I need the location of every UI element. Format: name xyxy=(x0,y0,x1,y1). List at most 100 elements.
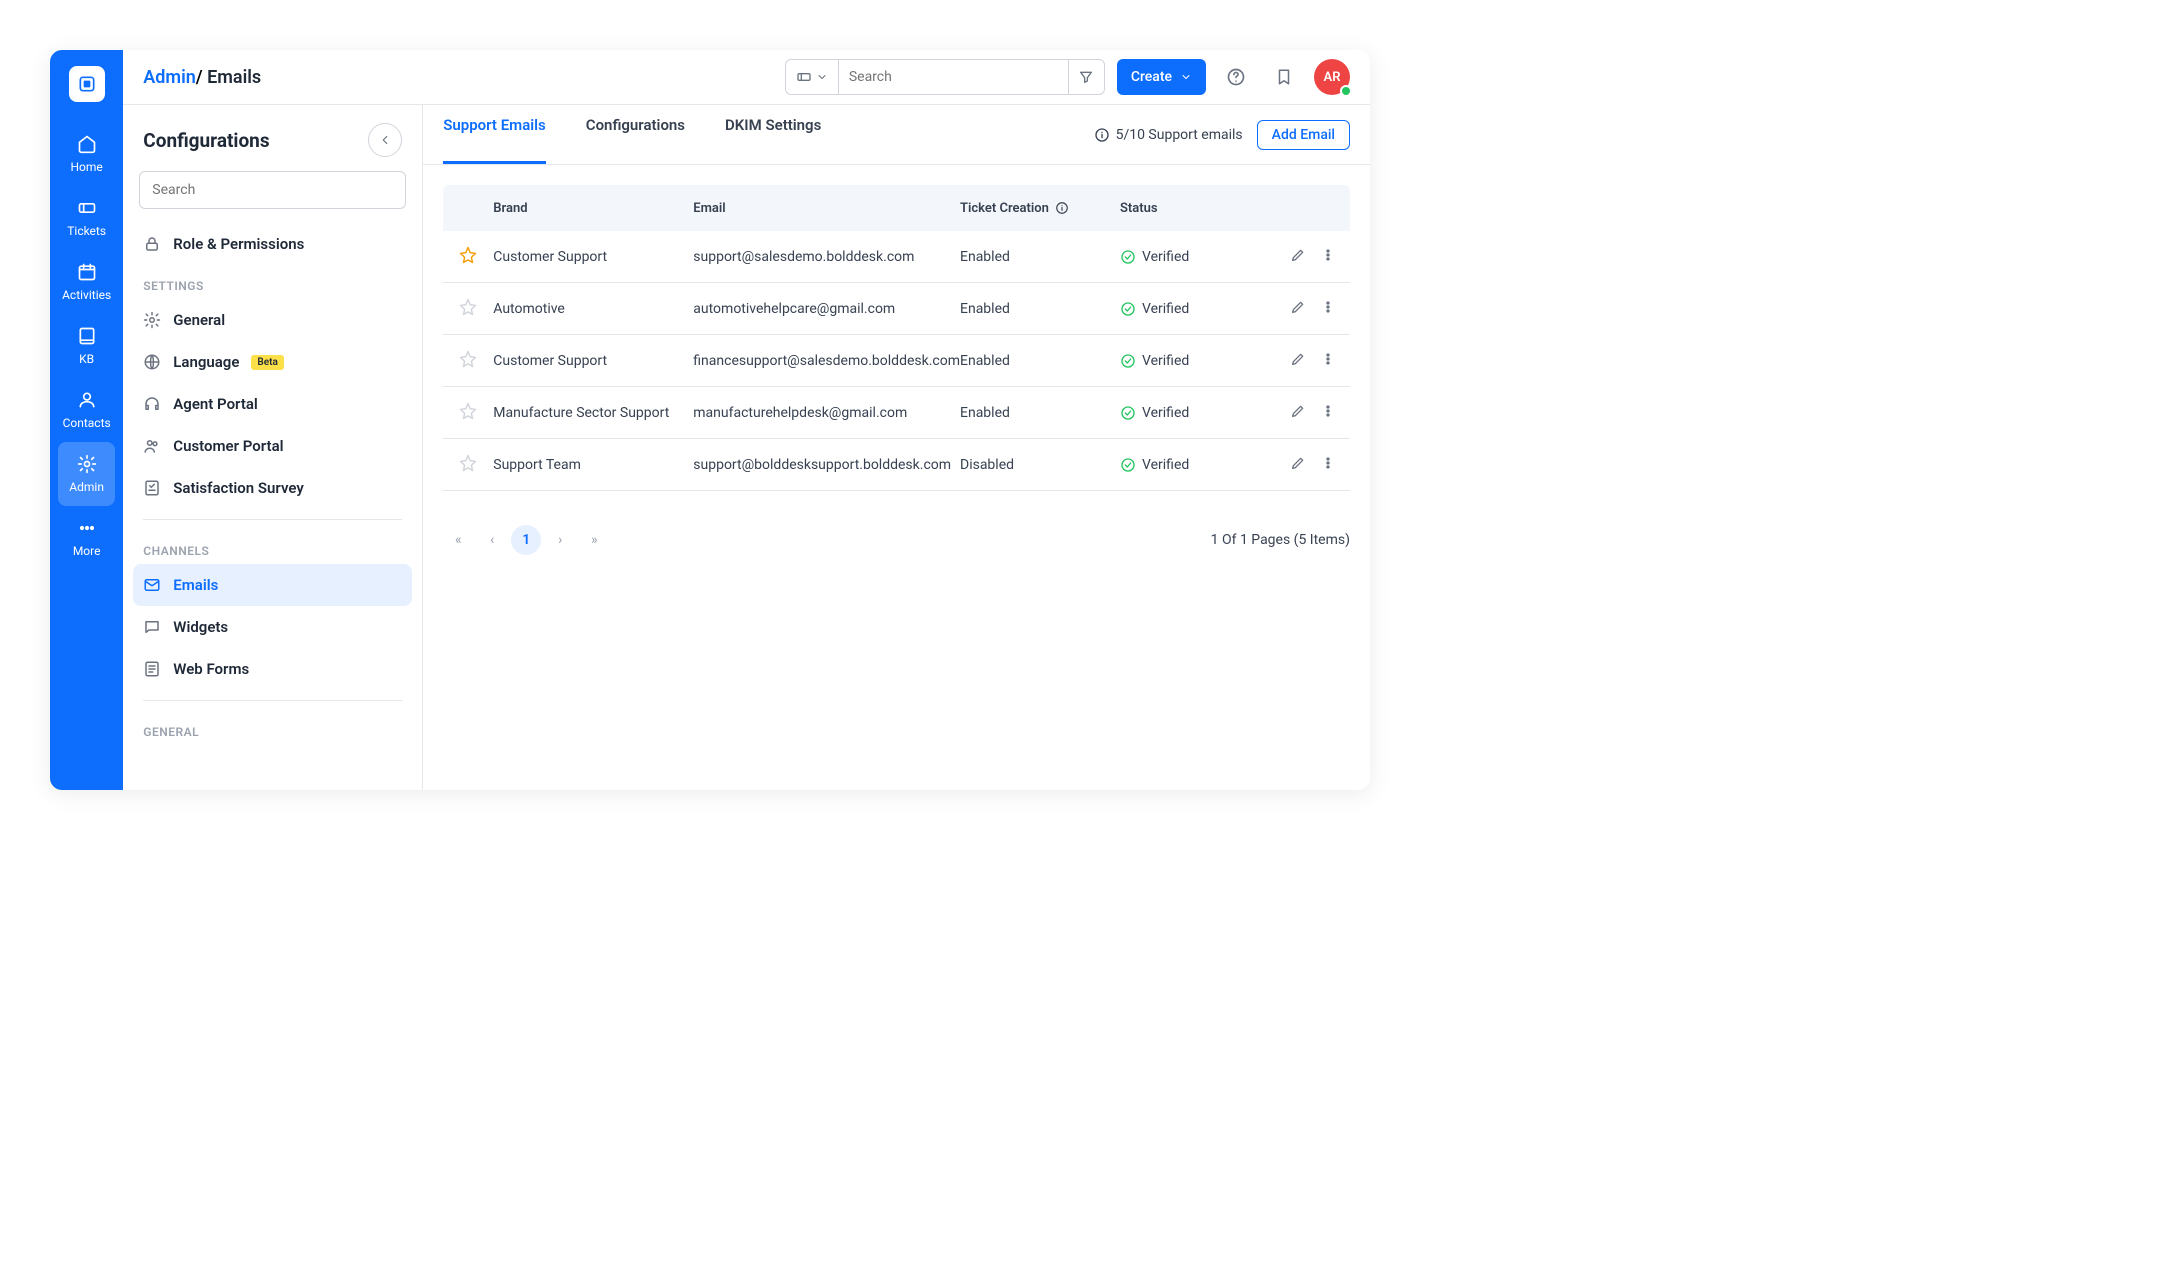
config-item-customer-portal[interactable]: Customer Portal xyxy=(123,425,422,467)
config-item-agent-portal[interactable]: Agent Portal xyxy=(123,383,422,425)
more-button[interactable] xyxy=(1320,455,1336,475)
search-type-selector[interactable] xyxy=(786,60,839,94)
nav-label: More xyxy=(73,544,101,558)
pencil-icon xyxy=(1290,403,1306,419)
nav-tickets[interactable]: Tickets xyxy=(50,186,123,250)
config-item-general[interactable]: General xyxy=(123,299,422,341)
more-button[interactable] xyxy=(1320,403,1336,423)
page-current[interactable]: 1 xyxy=(511,525,541,555)
tab-support-emails[interactable]: Support Emails xyxy=(443,105,545,164)
cell-email: support@bolddesksupport.bolddesk.com xyxy=(693,457,960,473)
page-info: 1 Of 1 Pages (5 Items) xyxy=(1211,532,1350,548)
cell-email: support@salesdemo.bolddesk.com xyxy=(693,249,960,265)
nav-home[interactable]: Home xyxy=(50,122,123,186)
nav-activities[interactable]: Activities xyxy=(50,250,123,314)
page-prev[interactable]: ‹ xyxy=(477,525,507,555)
col-email: Email xyxy=(693,201,960,216)
config-item-widgets[interactable]: Widgets xyxy=(123,606,422,648)
breadcrumb-link[interactable]: Admin xyxy=(143,67,196,88)
tab-dkim[interactable]: DKIM Settings xyxy=(725,105,821,164)
gear-icon xyxy=(77,454,97,474)
cell-email: automotivehelpcare@gmail.com xyxy=(693,301,960,317)
add-email-button[interactable]: Add Email xyxy=(1257,120,1350,150)
user-avatar[interactable]: AR xyxy=(1314,59,1350,95)
table-row: Customer Support support@salesdemo.boldd… xyxy=(443,231,1350,283)
pencil-icon xyxy=(1290,455,1306,471)
star-toggle[interactable] xyxy=(459,454,477,476)
cell-ticket: Enabled xyxy=(960,249,1120,265)
config-item-survey[interactable]: Satisfaction Survey xyxy=(123,467,422,509)
nav-kb[interactable]: KB xyxy=(50,314,123,378)
nav-more[interactable]: More xyxy=(50,506,123,570)
config-item-webforms[interactable]: Web Forms xyxy=(123,648,422,690)
beta-badge: Beta xyxy=(251,355,283,370)
nav-label: Tickets xyxy=(67,224,106,238)
ticket-icon xyxy=(796,69,812,85)
create-button[interactable]: Create xyxy=(1117,59,1206,95)
table-row: Support Team support@bolddesksupport.bol… xyxy=(443,439,1350,491)
tab-configurations[interactable]: Configurations xyxy=(586,105,685,164)
nav-label: Contacts xyxy=(63,416,111,430)
table-row: Manufacture Sector Support manufacturehe… xyxy=(443,387,1350,439)
star-toggle[interactable] xyxy=(459,246,477,268)
main-area: Admin/ Emails Create xyxy=(123,50,1370,790)
cell-brand: Manufacture Sector Support xyxy=(493,405,693,421)
help-button[interactable] xyxy=(1218,59,1254,95)
global-search[interactable] xyxy=(785,59,1105,95)
info-icon xyxy=(1055,201,1069,215)
star-toggle[interactable] xyxy=(459,298,477,320)
config-item-role[interactable]: Role & Permissions xyxy=(123,223,422,265)
config-title: Configurations xyxy=(143,129,269,152)
more-button[interactable] xyxy=(1320,247,1336,267)
cell-status: Verified xyxy=(1120,457,1260,473)
status-badge xyxy=(1340,85,1352,97)
edit-button[interactable] xyxy=(1290,299,1306,319)
more-vertical-icon xyxy=(1320,299,1336,315)
collapse-button[interactable] xyxy=(368,123,402,157)
email-count: 5/10 Support emails xyxy=(1094,127,1243,143)
config-sidebar: Configurations Role & Permissions SETTIN… xyxy=(123,105,423,790)
filter-button[interactable] xyxy=(1068,59,1104,95)
bookmark-button[interactable] xyxy=(1266,59,1302,95)
page-next[interactable]: › xyxy=(545,525,575,555)
nav-label: Admin xyxy=(69,480,104,494)
topbar: Admin/ Emails Create xyxy=(123,50,1370,105)
cell-ticket: Enabled xyxy=(960,301,1120,317)
emails-table: Brand Email Ticket Creation Status Custo… xyxy=(443,185,1350,491)
page-first[interactable]: « xyxy=(443,525,473,555)
edit-button[interactable] xyxy=(1290,403,1306,423)
config-item-emails[interactable]: Emails xyxy=(133,564,412,606)
star-toggle[interactable] xyxy=(459,402,477,424)
cell-status: Verified xyxy=(1120,353,1260,369)
nav-label: KB xyxy=(79,352,94,366)
more-vertical-icon xyxy=(1320,403,1336,419)
edit-button[interactable] xyxy=(1290,247,1306,267)
bookmark-icon xyxy=(1275,68,1293,86)
section-general: GENERAL xyxy=(123,711,422,745)
nav-contacts[interactable]: Contacts xyxy=(50,378,123,442)
tabs: Support Emails Configurations DKIM Setti… xyxy=(423,105,1370,165)
nav-admin[interactable]: Admin xyxy=(58,442,115,506)
star-toggle[interactable] xyxy=(459,350,477,372)
section-channels: CHANNELS xyxy=(123,530,422,564)
edit-button[interactable] xyxy=(1290,351,1306,371)
more-button[interactable] xyxy=(1320,351,1336,371)
cell-brand: Customer Support xyxy=(493,353,693,369)
section-settings: SETTINGS xyxy=(123,265,422,299)
user-icon xyxy=(77,390,97,410)
edit-button[interactable] xyxy=(1290,455,1306,475)
page-last[interactable]: » xyxy=(579,525,609,555)
cell-email: financesupport@salesdemo.bolddesk.com xyxy=(693,353,960,369)
cell-brand: Automotive xyxy=(493,301,693,317)
pencil-icon xyxy=(1290,247,1306,263)
table-row: Automotive automotivehelpcare@gmail.com … xyxy=(443,283,1350,335)
cell-status: Verified xyxy=(1120,405,1260,421)
form-icon xyxy=(143,660,161,678)
search-input[interactable] xyxy=(839,69,1068,85)
pencil-icon xyxy=(1290,299,1306,315)
more-vertical-icon xyxy=(1320,247,1336,263)
table-header: Brand Email Ticket Creation Status xyxy=(443,185,1350,231)
more-button[interactable] xyxy=(1320,299,1336,319)
config-item-language[interactable]: Language Beta xyxy=(123,341,422,383)
config-search-input[interactable] xyxy=(139,171,406,209)
